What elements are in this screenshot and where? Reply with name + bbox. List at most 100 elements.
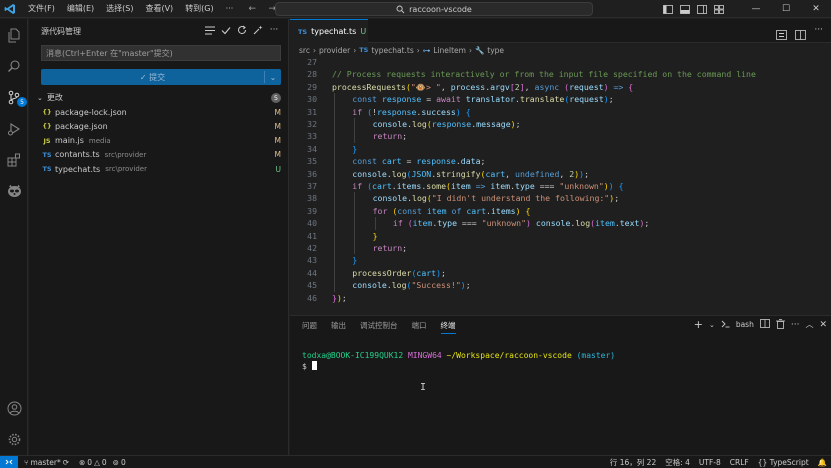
minimize-icon[interactable]: — <box>741 0 771 18</box>
explorer-icon[interactable] <box>4 25 24 45</box>
command-center-search[interactable]: raccoon-vscode <box>275 2 593 16</box>
code-token: cart <box>372 181 392 191</box>
menu-more[interactable]: ··· <box>220 4 240 13</box>
file-path: src\provider <box>105 165 147 174</box>
panel-tab[interactable]: 输出 <box>331 320 346 334</box>
indent-guide <box>334 229 335 242</box>
toggle-panel-icon[interactable] <box>676 0 693 18</box>
changed-file-row[interactable]: {} package-lock.json M <box>41 105 281 119</box>
interface-icon: ⊶ <box>422 45 431 55</box>
commit-check-icon[interactable] <box>220 24 232 36</box>
breadcrumb-provider[interactable]: provider <box>319 46 350 55</box>
accounts-icon[interactable] <box>4 398 24 418</box>
terminal-output[interactable]: todxa@BOOK-IC199QUK12 MINGW64 ~/Workspac… <box>302 350 615 372</box>
code-token: success <box>421 106 456 117</box>
changed-file-row[interactable]: {} package.json M <box>41 119 281 133</box>
more-actions-icon[interactable]: ··· <box>791 320 800 330</box>
notifications-bell-icon[interactable]: 🔔 <box>818 458 827 467</box>
code-token: return <box>372 131 403 142</box>
settings-gear-icon[interactable] <box>4 429 24 449</box>
indent-guide <box>334 192 335 205</box>
split-terminal-icon[interactable] <box>759 319 770 330</box>
split-editor-icon[interactable] <box>795 25 807 44</box>
more-actions-icon[interactable]: ··· <box>268 24 280 36</box>
breadcrumb-src[interactable]: src <box>299 46 310 55</box>
code-token: request <box>569 94 604 105</box>
changed-file-row[interactable]: TS typechat.ts src\provider U <box>41 162 281 176</box>
status-problems[interactable]: ⊗ 0 △ 0 <box>79 458 107 467</box>
source-control-icon[interactable]: 5 <box>4 87 27 107</box>
commit-button[interactable]: ✓ 提交 ⌄ <box>41 69 281 85</box>
tab-typechat-ts[interactable]: TS typechat.ts U <box>290 19 368 43</box>
remote-indicator-icon[interactable] <box>0 455 18 468</box>
breadcrumb-symbol-type[interactable]: type <box>487 46 504 55</box>
status-language[interactable]: {} TypeScript <box>758 458 809 467</box>
commit-button-main[interactable]: ✓ 提交 <box>41 72 264 83</box>
changes-group-header[interactable]: ⌄ 更改 5 <box>37 91 281 104</box>
code-token: process <box>450 81 486 92</box>
menu-view[interactable]: 查看(V) <box>139 3 179 14</box>
status-cursor-position[interactable]: 行 16，列 22 <box>610 457 656 468</box>
panel-tab[interactable]: 端口 <box>412 320 427 334</box>
code-text: console.log("I didn't understand the fol… <box>373 192 620 204</box>
breadcrumb-symbol-lineitem[interactable]: LineItem <box>433 46 466 55</box>
extensions-icon[interactable] <box>4 150 24 170</box>
terminal-path: ~/Workspace/raccoon-vscode <box>446 351 572 360</box>
code-line: 38 console.log("I didn't understand the f… <box>290 192 831 205</box>
new-terminal-plus-icon[interactable]: + <box>694 318 703 331</box>
code-editor[interactable]: 27 28 // Process requests interactively or… <box>290 56 831 314</box>
code-token: } <box>352 255 358 266</box>
code-token: console <box>352 168 387 179</box>
line-number: 38 <box>307 193 317 204</box>
menu-edit[interactable]: 编辑(E) <box>61 3 100 14</box>
status-encoding[interactable]: UTF-8 <box>699 458 721 467</box>
panel-tab[interactable]: 调试控制台 <box>360 320 398 334</box>
more-actions-icon[interactable]: ··· <box>814 25 823 44</box>
customize-layout-icon[interactable] <box>710 0 727 18</box>
code-text: if (!response.success) { <box>352 106 470 118</box>
commit-message-input[interactable]: 消息(Ctrl+Enter 在"master"提交) <box>41 45 281 61</box>
maximize-icon[interactable]: ☐ <box>771 0 801 18</box>
search-icon[interactable] <box>4 56 24 76</box>
close-icon[interactable]: ✕ <box>801 0 831 18</box>
toggle-primary-sidebar-icon[interactable] <box>659 0 676 18</box>
close-panel-icon[interactable]: ✕ <box>819 320 827 330</box>
chevron-down-icon[interactable]: ⌄ <box>265 73 281 82</box>
menu-file[interactable]: 文件(F) <box>22 3 61 14</box>
chevron-down-icon[interactable]: ⌄ <box>709 321 715 329</box>
panel-tab[interactable]: 问题 <box>302 320 317 334</box>
code-line: 40 if (item.type === "unknown") console.l… <box>290 217 831 230</box>
terminal-shell-name[interactable]: bash <box>736 320 754 329</box>
file-type-icon: {} <box>42 122 52 131</box>
status-ports[interactable]: ⊚ 0 <box>113 458 126 467</box>
generate-commit-sparkle-icon[interactable] <box>252 24 264 36</box>
back-arrow-icon[interactable]: ← <box>245 4 259 14</box>
raccoon-extension-icon[interactable] <box>4 181 24 201</box>
code-text: return; <box>373 242 408 254</box>
panel-tab[interactable]: 终端 <box>440 320 456 334</box>
status-eol[interactable]: CRLF <box>730 458 749 467</box>
code-token: items <box>396 181 422 191</box>
view-as-tree-icon[interactable] <box>204 24 216 36</box>
code-token: log <box>575 218 591 229</box>
line-number: 45 <box>307 280 317 291</box>
run-debug-icon[interactable] <box>4 119 24 139</box>
status-branch[interactable]: ⑂ master* ⟳ <box>24 458 69 467</box>
status-indentation[interactable]: 空格: 4 <box>665 457 690 468</box>
indent-guide <box>334 130 335 143</box>
menu-go[interactable]: 转到(G) <box>179 3 219 14</box>
code-token: of <box>451 205 462 216</box>
toggle-secondary-sidebar-icon[interactable] <box>693 0 710 18</box>
kill-terminal-trash-icon[interactable] <box>775 318 785 331</box>
changed-file-row[interactable]: JS main.js media M <box>41 134 281 148</box>
changed-file-row[interactable]: TS contants.ts src\provider M <box>41 148 281 162</box>
code-line: 44 processOrder(cart); <box>290 266 831 280</box>
refresh-icon[interactable] <box>236 24 248 36</box>
open-changes-icon[interactable] <box>776 25 788 44</box>
file-name: package.json <box>55 121 108 131</box>
breadcrumb-file[interactable]: typechat.ts <box>371 46 413 55</box>
code-line: 29 processRequests("🐵> ", process.argv[2]… <box>290 81 831 93</box>
line-number: 37 <box>307 181 317 191</box>
maximize-panel-chevron-up-icon[interactable]: ︿ <box>805 319 813 330</box>
menu-selection[interactable]: 选择(S) <box>100 3 139 14</box>
